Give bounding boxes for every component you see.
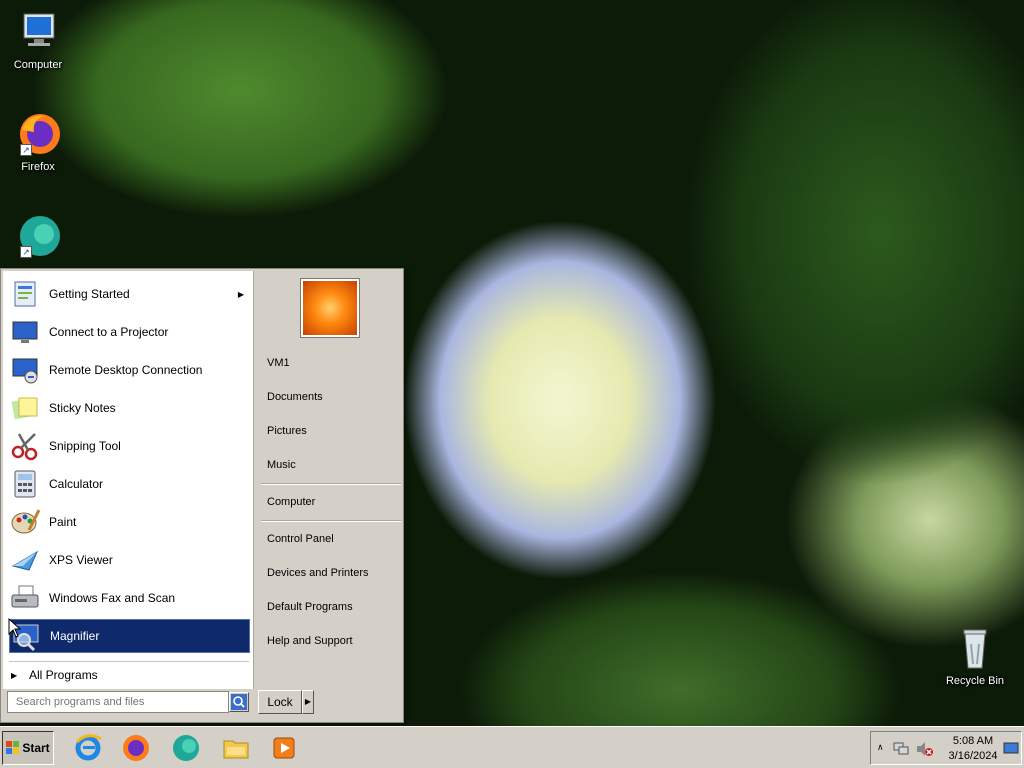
edge-icon[interactable] [168,731,204,765]
desktop-icon-label: Recycle Bin [945,675,1005,687]
separator [9,661,249,662]
show-hidden-icons-chevron-icon[interactable]: ∧ [877,742,884,753]
separator [261,483,401,485]
start-menu-places-pane: VM1 Documents Pictures Music Computer Co… [255,271,403,689]
menu-item-music[interactable]: Music [267,455,401,475]
menu-item-documents[interactable]: Documents [267,387,401,407]
menu-item-control-panel[interactable]: Control Panel [267,529,401,549]
clock-date[interactable]: 3/16/2024 [943,750,1003,762]
program-label: Magnifier [50,629,100,643]
computer-icon [14,8,62,56]
fax-scanner-icon [9,582,41,614]
program-windows-fax-and-scan[interactable]: Windows Fax and Scan [9,581,250,615]
desktop-icon-recycle-bin[interactable]: Recycle Bin [937,624,1013,687]
getting-started-icon [9,278,41,310]
clock-time[interactable]: 5:08 AM [943,735,1003,747]
program-calculator[interactable]: Calculator [9,467,250,501]
program-magnifier[interactable]: Magnifier [9,619,250,653]
user-picture-flower-icon[interactable] [301,279,359,337]
program-label: Paint [49,515,77,529]
show-desktop-icon[interactable] [1003,742,1019,756]
shortcut-arrow-icon: ↗ [20,246,32,258]
shortcut-arrow-icon: ↗ [20,144,32,156]
system-tray: ∧ 5:08 AM 3/16/2024 [870,731,1022,765]
program-sticky-notes[interactable]: Sticky Notes [9,391,250,425]
program-label: XPS Viewer [49,553,113,567]
program-label: Calculator [49,477,104,491]
submenu-arrow-icon: ▶ [237,289,244,299]
menu-item-devices-and-printers[interactable]: Devices and Printers [267,563,401,583]
start-button[interactable]: Start [2,731,54,765]
start-menu: Getting Started ▶ Connect to a Projector… [0,268,404,723]
menu-item-user-folder[interactable]: VM1 [267,353,401,373]
separator [261,520,401,522]
all-programs-label: All Programs [29,668,98,682]
calculator-icon [9,468,41,500]
program-snipping-tool[interactable]: Snipping Tool [9,429,250,463]
program-label: Connect to a Projector [49,325,169,339]
firefox-icon[interactable] [118,731,154,765]
edge-icon: ↗ [14,212,62,260]
file-explorer-icon[interactable] [218,731,254,765]
taskbar: Start ∧ 5:08 AM 3/16/2024 [0,726,1024,768]
program-label: Sticky Notes [49,401,116,415]
menu-item-default-programs[interactable]: Default Programs [267,597,401,617]
search-icon[interactable] [229,692,249,712]
xps-viewer-icon [9,544,41,576]
desktop-icon-label: Computer [13,59,63,71]
expand-arrow-icon: ▶ [11,670,18,680]
paint-palette-icon [9,506,41,538]
desktop-icon-firefox[interactable]: ↗ Firefox [0,110,76,173]
mouse-cursor-icon [8,618,22,638]
internet-explorer-icon[interactable] [70,731,106,765]
recycle-bin-icon [951,624,999,672]
projector-icon [9,316,41,348]
start-menu-programs-pane: Getting Started ▶ Connect to a Projector… [3,271,254,689]
lock-button[interactable]: Lock [258,690,302,714]
program-remote-desktop-connection[interactable]: Remote Desktop Connection [9,353,250,387]
program-label: Windows Fax and Scan [49,591,176,605]
program-connect-to-a-projector[interactable]: Connect to a Projector [9,315,250,349]
firefox-icon: ↗ [14,110,62,158]
sticky-notes-icon [9,392,41,424]
desktop-icon-edge[interactable]: ↗ [0,212,76,263]
program-paint[interactable]: Paint [9,505,250,539]
menu-item-help-and-support[interactable]: Help and Support [267,631,401,651]
program-label: Getting Started [49,287,130,301]
network-icon[interactable] [893,741,909,757]
program-xps-viewer[interactable]: XPS Viewer [9,543,250,577]
shutdown-options-arrow-icon[interactable]: ▶ [302,690,314,714]
program-getting-started[interactable]: Getting Started ▶ [9,277,250,311]
start-label: Start [22,741,50,755]
all-programs-button[interactable]: ▶ All Programs [11,665,250,685]
desktop-icon-label: Firefox [21,161,55,173]
windows-logo-icon [6,741,20,754]
desktop-icon-computer[interactable]: Computer [0,8,76,71]
menu-item-computer[interactable]: Computer [267,492,401,512]
menu-item-pictures[interactable]: Pictures [267,421,401,441]
program-label: Snipping Tool [49,439,121,453]
media-player-icon[interactable] [266,731,302,765]
search-input[interactable] [7,691,229,713]
scissors-icon [9,430,41,462]
remote-desktop-icon [9,354,41,386]
program-label: Remote Desktop Connection [49,363,203,377]
volume-muted-icon[interactable] [915,741,933,757]
